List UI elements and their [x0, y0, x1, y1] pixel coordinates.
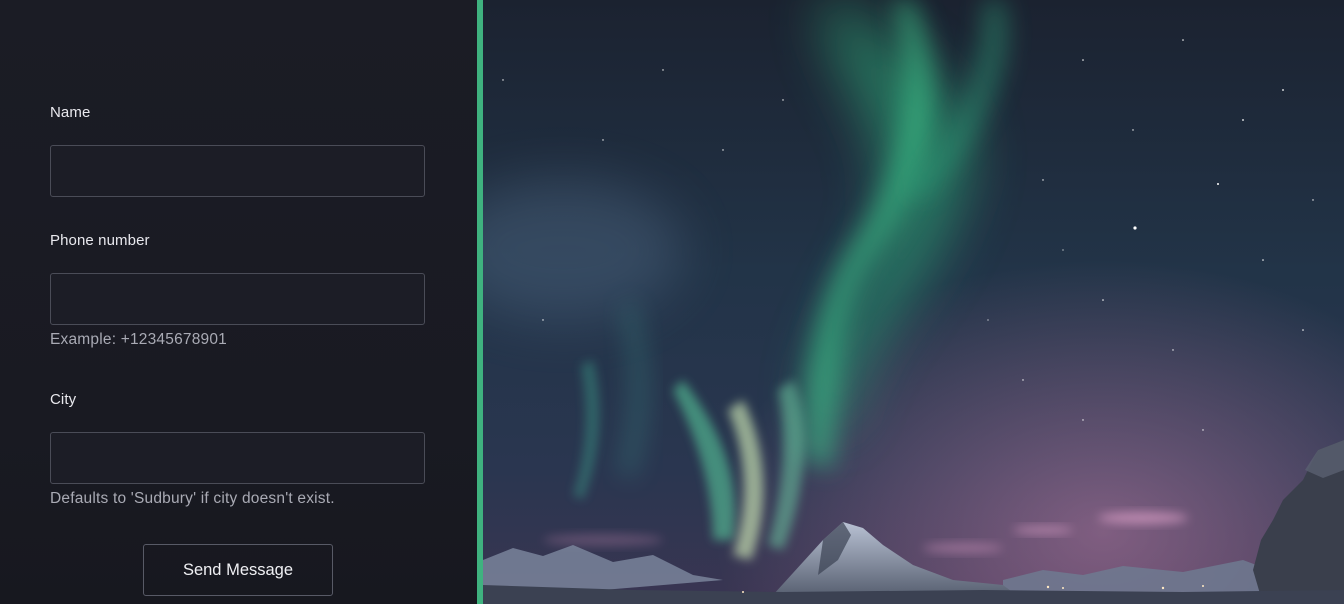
phone-label: Phone number — [50, 232, 150, 249]
city-input[interactable] — [50, 432, 425, 484]
name-label: Name — [50, 104, 91, 121]
city-hint: Defaults to 'Sudbury' if city doesn't ex… — [50, 490, 335, 507]
city-label: City — [50, 391, 77, 408]
phone-input[interactable] — [50, 273, 425, 325]
contact-form: Name Phone number Example: +12345678901 … — [0, 0, 477, 604]
name-input[interactable] — [50, 145, 425, 197]
phone-hint: Example: +12345678901 — [50, 331, 227, 348]
send-message-button[interactable]: Send Message — [143, 544, 333, 596]
aurora-background-image — [483, 0, 1344, 604]
